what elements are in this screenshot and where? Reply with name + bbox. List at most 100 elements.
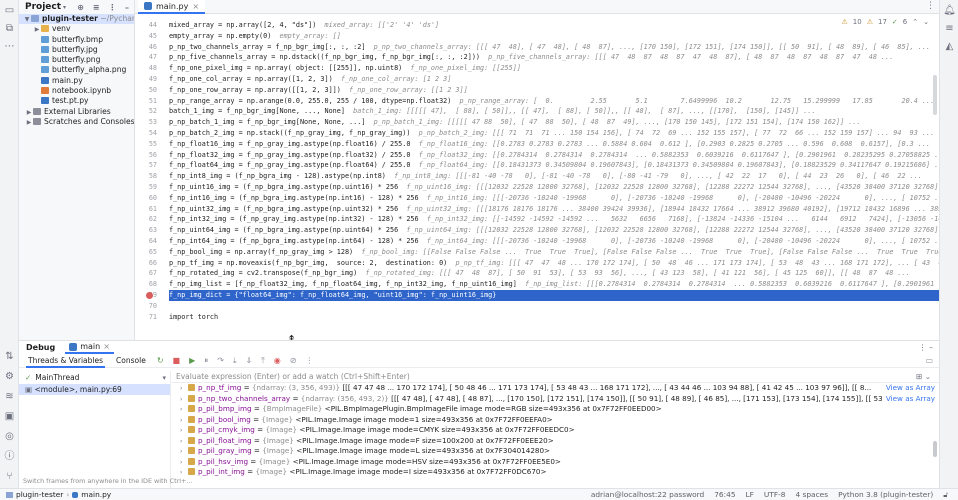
code-line[interactable]: f_np_float64_img = f_np_gray_img.astype(… — [169, 160, 939, 171]
line-number[interactable]: 44 — [135, 20, 157, 31]
tree-item[interactable]: butterfly.png — [19, 55, 134, 65]
terminal-icon[interactable]: ▣ — [3, 410, 16, 423]
code-line[interactable]: f_np_float16_img = f_np_gray_img.astype(… — [169, 139, 939, 150]
line-number[interactable]: 64 — [135, 236, 157, 247]
code-line-current[interactable]: f_np_img_dict = {"float64_img": f_np_flo… — [169, 290, 939, 301]
code-line[interactable]: import torch — [169, 312, 939, 323]
code-line[interactable]: p_np_two_channels_array = f_np_bgr_img[:… — [169, 42, 939, 53]
notifications-icon[interactable]: 🔔︎ — [943, 4, 956, 17]
structure-tool-icon[interactable]: ⧉ — [3, 22, 16, 35]
code-line[interactable]: f_np_int8_img = (f_np_bgra_img - 128).as… — [169, 171, 939, 182]
code-line[interactable]: f_np_int16_img = (f_np_bgra_img.astype(n… — [169, 193, 939, 204]
debug-tool-icon[interactable]: ⚙ — [3, 370, 16, 383]
code-line[interactable]: f_np_int64_img = (f_np_bgra_img.astype(n… — [169, 236, 939, 247]
breakpoint-icon[interactable] — [146, 292, 153, 299]
project-tool-icon[interactable]: ▭ — [3, 4, 16, 17]
mute-breakpoints-icon[interactable]: ⊘ — [290, 356, 297, 365]
rerun-icon[interactable]: ↻ — [157, 356, 164, 365]
more-tools-icon[interactable]: ⋯ — [3, 40, 16, 53]
line-number[interactable]: 68 — [135, 279, 157, 290]
code-line[interactable]: p_np_batch_1_img = f_np_bgr_img[None, No… — [169, 117, 939, 128]
view-as-array-link[interactable]: View as Array — [881, 393, 935, 404]
variables-scrollbar[interactable] — [933, 441, 937, 457]
line-number[interactable]: 58 — [135, 171, 157, 182]
code-line[interactable]: f_np_one_col_array = np.array([1, 2, 3])… — [169, 74, 939, 85]
line-number[interactable]: 65 — [135, 247, 157, 258]
line-number[interactable]: 48 — [135, 63, 157, 74]
breadcrumb-project[interactable]: plugin-tester — [16, 490, 63, 499]
variable-row[interactable]: › p_pil_hsv_img = {Image} <PIL.Image.Imag… — [172, 457, 939, 468]
variable-row[interactable]: › p_pil_gray_img = {Image} <PIL.Image.Ima… — [172, 446, 939, 457]
code-line[interactable]: p_np_range_array = np.arange(0.0, 255.0,… — [169, 96, 939, 107]
view-breakpoints-icon[interactable]: ◉ — [274, 356, 281, 365]
tree-item[interactable]: main.py — [19, 76, 134, 86]
python-packages-icon[interactable]: ≋ — [3, 390, 16, 403]
status-indent[interactable]: 4 spaces — [795, 490, 828, 500]
database-icon[interactable]: ≡ — [943, 22, 956, 35]
tab-console[interactable]: Console — [114, 354, 148, 368]
variable-row[interactable]: › p_np_two_channels_array = {ndarray: (35… — [172, 393, 939, 404]
chevron-right-icon[interactable]: › — [180, 468, 188, 479]
editor-scrollbar[interactable] — [933, 75, 937, 115]
tree-item[interactable]: notebook.ipynb — [19, 86, 134, 96]
line-number[interactable]: 57 — [135, 160, 157, 171]
code-line[interactable]: p_np_tf_img = np.moveaxis(f_np_bgr_img, … — [169, 258, 939, 269]
line-number[interactable]: 47 — [135, 52, 157, 63]
line-number[interactable]: 56 — [135, 150, 157, 161]
status-line-separator[interactable]: LF — [746, 490, 754, 500]
tree-root[interactable]: ▼plugin-tester ~/PycharmPro — [19, 14, 134, 25]
chevron-down-icon[interactable]: ▾ — [63, 4, 66, 11]
debug-session-tab[interactable]: main × — [65, 341, 114, 354]
line-number[interactable]: 49 — [135, 74, 157, 85]
stack-frame[interactable]: ▣ <module>, main.py:69 — [19, 384, 170, 395]
line-number[interactable]: 70 — [135, 301, 157, 312]
line-number[interactable]: 71 — [135, 312, 157, 323]
code-line[interactable]: batch_1_img = f_np_bgr_img[None, ..., No… — [169, 106, 939, 117]
resume-icon[interactable]: ▶ — [189, 356, 195, 365]
line-number[interactable]: 63 — [135, 225, 157, 236]
tree-item[interactable]: ▶ venv — [19, 24, 134, 34]
run-tool-icon[interactable]: ⇅ — [3, 350, 16, 363]
code-line[interactable]: f_np_one_pixel_img = np.array( object: [… — [169, 63, 939, 74]
code-line[interactable]: mixed_array = np.array([2, 4, "ds"]) mix… — [169, 20, 939, 31]
services-icon[interactable]: ◎ — [3, 430, 16, 443]
line-number[interactable]: 51 — [135, 96, 157, 107]
close-icon[interactable]: × — [192, 2, 199, 11]
evaluate-actions[interactable]: ⊞ ⌄ — [916, 371, 931, 383]
code-line[interactable] — [169, 301, 939, 312]
close-icon[interactable]: × — [103, 342, 110, 351]
status-connection[interactable]: adrian@localhost:22 password — [591, 490, 704, 500]
more-icon[interactable]: ⋮ — [305, 356, 313, 365]
status-caret-position[interactable]: 76:45 — [714, 490, 735, 500]
evaluate-expression-input[interactable]: Evaluate expression (Enter) or add a wat… — [172, 371, 939, 383]
lock-icon[interactable]: 🔓︎ — [943, 490, 948, 500]
code-line[interactable]: f_np_int32_img = (f_np_gray_img.astype(n… — [169, 214, 939, 225]
variable-row[interactable]: › p_pil_bmp_img = {BmpImageFile} <PIL.Bmp… — [172, 404, 939, 415]
variable-row[interactable]: › p_pil_int_img = {Image} <PIL.Image.Imag… — [172, 467, 939, 478]
code-editor[interactable]: 44 45 46 47 48 49 50 51 52 53 54 55 56 57 58 59 60 61 62 63… — [135, 15, 939, 335]
chevron-down-icon[interactable]: ▾ — [162, 374, 170, 382]
line-number[interactable]: 67 — [135, 268, 157, 279]
view-as-array-link[interactable]: View as Array — [881, 383, 935, 394]
thread-selector[interactable]: ✓ MainThread ▾ — [19, 371, 170, 384]
code-line[interactable]: f_np_rotated_img = cv2.transpose(f_np_bg… — [169, 268, 939, 279]
variable-row[interactable]: › p_pil_bool_img = {Image} <PIL.Image.Ima… — [172, 415, 939, 426]
line-number[interactable]: 66 — [135, 258, 157, 269]
line-number[interactable]: 60 — [135, 193, 157, 204]
line-number[interactable]: 45 — [135, 31, 157, 42]
variable-row[interactable]: › p_pil_cmyk_img = {Image} <PIL.Image.Ima… — [172, 425, 939, 436]
line-number[interactable]: 50 — [135, 85, 157, 96]
editor-tab-main-py[interactable]: main.py × — [138, 0, 206, 14]
variable-row[interactable]: › p_np_tf_img = {ndarray: (3, 356, 493)} … — [172, 383, 939, 394]
tree-item[interactable]: test.pt.py — [19, 96, 134, 106]
debug-panel-actions[interactable]: ⋮ – — [918, 343, 939, 352]
code-line[interactable]: p_np_batch_2_img = np.stack((f_np_gray_i… — [169, 128, 939, 139]
line-number[interactable]: 62 — [135, 214, 157, 225]
tree-item[interactable]: butterfly.jpg — [19, 45, 134, 55]
tab-threads-variables[interactable]: Threads & Variables — [26, 354, 106, 368]
stop-icon[interactable]: ■ — [173, 356, 181, 365]
line-number[interactable]: 53 — [135, 117, 157, 128]
more-tabs-icon[interactable]: ⋮ — [926, 1, 935, 11]
git-icon[interactable]: ⑂ — [3, 470, 16, 483]
tree-item[interactable]: butterfly.bmp — [19, 35, 134, 45]
